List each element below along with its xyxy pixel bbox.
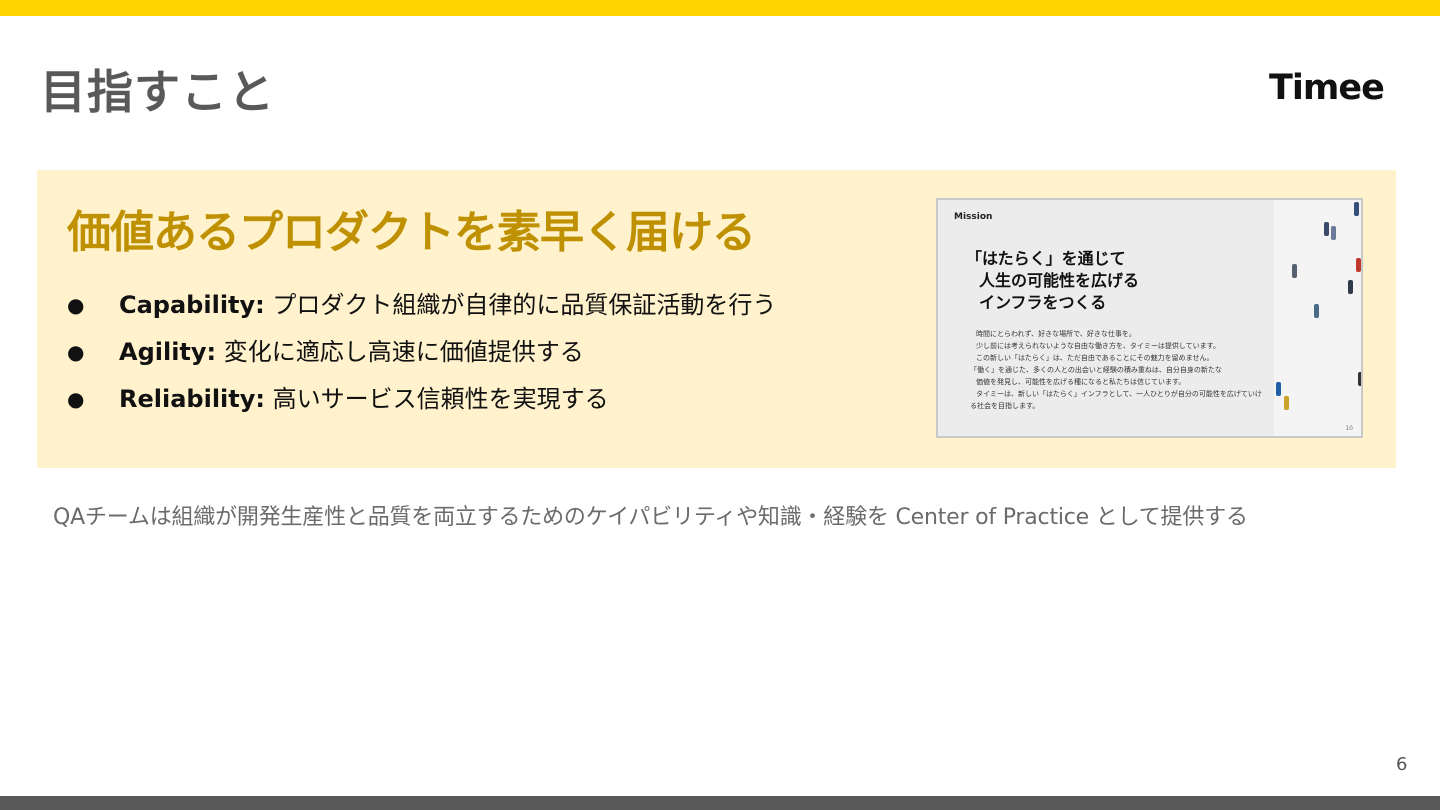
bullet-text: プロダクト組織が自律的に品質保証活動を行う <box>264 291 777 319</box>
mission-slide-thumbnail: Mission 「はたらく」を通じて 人生の可能性を広げる インフラをつくる 時… <box>936 198 1363 438</box>
summary-statement: QAチームは組織が開発生産性と品質を両立するためのケイパビリティや知識・経験を … <box>53 505 1248 530</box>
person-figure <box>1356 258 1361 272</box>
bullet-term: Reliability: <box>119 385 265 413</box>
body-line: 時間にとらわれず、好きな場所で、好きな仕事を。 <box>976 330 1136 338</box>
headline-line: 「はたらく」を通じて <box>966 249 1126 268</box>
list-item: ● Reliability: 高いサービス信頼性を実現する <box>67 379 776 426</box>
page-number: 6 <box>1396 754 1408 775</box>
crowd-photo <box>1274 200 1361 436</box>
highlight-panel: 価値あるプロダクトを素早く届ける ● Capability: プロダクト組織が自律… <box>37 170 1396 468</box>
person-figure <box>1284 396 1289 410</box>
slide-title: 目指すこと <box>40 65 275 119</box>
thumbnail-headline: 「はたらく」を通じて 人生の可能性を広げる インフラをつくる <box>966 248 1139 314</box>
body-line: タイミーは、新しい「はたらく」インフラとして、一人ひとりが自分の可能性を広げてい… <box>976 390 1262 398</box>
person-figure <box>1354 202 1359 216</box>
bullet-icon: ● <box>67 340 85 364</box>
bullet-term: Capability: <box>119 291 265 319</box>
panel-title: 価値あるプロダクトを素早く届ける <box>67 207 756 258</box>
thumbnail-page-number: 10 <box>1345 425 1353 432</box>
bottom-bar <box>0 796 1440 810</box>
headline-line: インフラをつくる <box>979 293 1107 312</box>
bullet-list: ● Capability: プロダクト組織が自律的に品質保証活動を行う ● Agil… <box>67 285 776 426</box>
person-figure <box>1314 304 1319 318</box>
bullet-icon: ● <box>67 293 85 317</box>
body-line: 「働く」を通じた、多くの人との出会いと経験の積み重ねは、自分自身の新たな <box>970 366 1222 374</box>
body-line: 少し前には考えられないような自由な働き方を、タイミーは提供しています。 <box>976 342 1220 350</box>
list-item: ● Agility: 変化に適応し高速に価値提供する <box>67 332 776 379</box>
thumbnail-body: 時間にとらわれず、好きな場所で、好きな仕事を。 少し前には考えられないような自由… <box>970 328 1262 412</box>
bullet-text: 高いサービス信頼性を実現する <box>264 385 609 413</box>
person-figure <box>1358 372 1361 386</box>
person-figure <box>1331 226 1336 240</box>
person-figure <box>1292 264 1297 278</box>
bullet-icon: ● <box>67 387 85 411</box>
body-line: る社会を目指します。 <box>970 402 1040 410</box>
timee-logo: Timee <box>1269 68 1385 108</box>
body-line: この新しい「はたらく」は、ただ自由であることにその魅力を留めません。 <box>976 354 1214 362</box>
top-accent-bar <box>0 0 1440 16</box>
bullet-text: 変化に適応し高速に価値提供する <box>216 338 584 366</box>
person-figure <box>1324 222 1329 236</box>
list-item: ● Capability: プロダクト組織が自律的に品質保証活動を行う <box>67 285 776 332</box>
headline-line: 人生の可能性を広げる <box>979 271 1140 290</box>
body-line: 価値を発見し、可能性を広げる種になると私たちは信じています。 <box>976 378 1186 386</box>
person-figure <box>1348 280 1353 294</box>
thumbnail-label: Mission <box>954 212 993 222</box>
bullet-term: Agility: <box>119 338 217 366</box>
person-figure <box>1276 382 1281 396</box>
